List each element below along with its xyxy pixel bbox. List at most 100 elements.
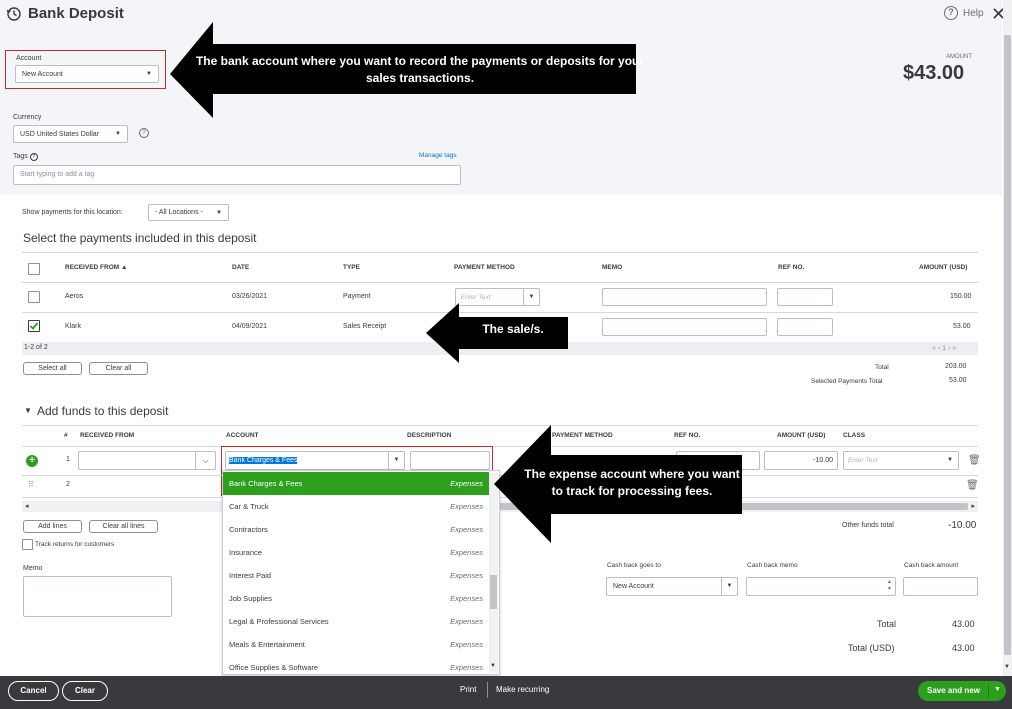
divider — [988, 684, 989, 698]
scroll-right-icon[interactable]: ▸ — [971, 502, 975, 510]
history-icon[interactable] — [6, 6, 22, 22]
dropdown-item[interactable]: Car & Truck Expenses — [223, 495, 489, 518]
track-returns-checkbox[interactable] — [22, 539, 33, 550]
tags-info-icon[interactable]: ? — [29, 153, 38, 161]
page-title: Bank Deposit — [28, 5, 124, 22]
trash-icon[interactable]: 🗑 — [968, 455, 981, 466]
row-type: Payment — [343, 293, 371, 300]
ref-no-input[interactable] — [777, 288, 833, 306]
cash-back-memo-label: Cash back memo — [747, 562, 798, 569]
select-all-checkbox[interactable] — [28, 263, 40, 275]
chevron-down-icon: ▼ — [721, 578, 737, 595]
cash-back-amount-input[interactable] — [903, 577, 978, 596]
collapse-arrow-icon[interactable]: ▼ — [24, 406, 32, 415]
scroll-down-icon[interactable]: ▼ — [490, 663, 496, 669]
dropdown-item[interactable]: Job Supplies Expenses — [223, 587, 489, 610]
col-num: # — [64, 432, 68, 439]
account-callout-text: The bank account where you want to recor… — [195, 54, 645, 85]
make-recurring-button[interactable]: Make recurring — [496, 685, 549, 694]
dropdown-item[interactable]: Interest Paid Expenses — [223, 564, 489, 587]
dropdown-item[interactable]: Contractors Expenses — [223, 518, 489, 541]
vertical-scrollbar[interactable]: ▼ — [1003, 0, 1012, 676]
scrollbar-thumb[interactable] — [490, 575, 497, 609]
page-info: 1-2 of 2 — [24, 344, 48, 351]
tags-label: Tags ? — [13, 153, 38, 161]
col-received-from[interactable]: RECEIVED FROM ▲ — [65, 264, 127, 271]
funds-description-input[interactable] — [410, 451, 490, 470]
account-dropdown[interactable]: Bank Charges & Fees Expenses Car & Truck E… — [222, 470, 500, 675]
row-amount: 150.00 — [950, 293, 972, 300]
tags-input[interactable]: Start typing to add a tag — [13, 165, 461, 185]
col-payment-method: PAYMENT METHOD — [454, 264, 515, 271]
print-button[interactable]: Print — [460, 685, 476, 694]
location-select[interactable]: - All Locations - ▼ — [148, 204, 229, 221]
dropdown-item[interactable]: Legal & Professional Services Expenses — [223, 610, 489, 633]
expense-callout-text: The expense account where you want to tr… — [524, 467, 740, 498]
amount-value: $43.00 — [903, 62, 965, 84]
scrollbar-thumb[interactable] — [1004, 35, 1011, 655]
ref-no-input[interactable] — [777, 318, 833, 336]
other-funds-total-value: -10.00 — [948, 520, 977, 531]
chevron-down-icon: ▼ — [388, 452, 404, 469]
col-type: TYPE — [343, 264, 360, 271]
divider — [22, 252, 978, 253]
funds-amount-input[interactable]: -10.00 — [764, 451, 838, 470]
trash-icon[interactable]: 🗑 — [966, 480, 979, 491]
divider — [22, 282, 978, 283]
payments-section-title: Select the payments included in this dep… — [23, 231, 257, 245]
pager[interactable]: « ‹ 1 › » — [932, 345, 956, 352]
manage-tags-link[interactable]: Manage tags — [419, 152, 457, 159]
amount-label: AMOUNT — [946, 54, 972, 60]
col-class: CLASS — [843, 432, 866, 439]
add-lines-button[interactable]: Add lines — [23, 520, 82, 533]
track-returns-label: Track returns for customers — [35, 541, 115, 548]
chevron-down-icon[interactable]: ▼ — [994, 686, 1001, 693]
select-all-button[interactable]: Select all — [23, 362, 82, 375]
dropdown-item[interactable]: Office Supplies & Software Expenses — [223, 656, 489, 674]
funds-section-title[interactable]: Add funds to this deposit — [37, 404, 168, 418]
scroll-left-icon[interactable]: ◂ — [25, 502, 29, 510]
row-date: 03/26/2021 — [232, 293, 268, 300]
memo-textarea[interactable] — [23, 576, 172, 617]
received-from-link[interactable]: Aeros — [65, 293, 83, 300]
funds-account-select[interactable]: Bank Charges & Fees ▼ — [225, 451, 405, 470]
memo-label: Memo — [23, 565, 43, 572]
clear-all-lines-button[interactable]: Clear all lines — [89, 520, 158, 533]
funds-received-from-select[interactable]: ⌵ — [78, 451, 216, 470]
row-date: 04/09/2021 — [232, 323, 268, 330]
row-type: Sales Receipt — [343, 323, 387, 330]
clear-all-button[interactable]: Clear all — [89, 362, 148, 375]
selected-total-label: Selected Payments Total — [811, 378, 883, 385]
funds-class-input[interactable]: Enter Text ▼ — [843, 451, 959, 470]
memo-input[interactable] — [602, 318, 767, 336]
cancel-button[interactable]: Cancel — [8, 681, 59, 701]
cash-back-account-select[interactable]: New Account ▼ — [606, 577, 738, 596]
chevron-down-icon: ▼ — [146, 71, 152, 77]
cash-back-memo-input[interactable]: ▲ ▼ — [746, 577, 896, 596]
dropdown-item-selected[interactable]: Bank Charges & Fees Expenses — [223, 472, 489, 495]
help-button[interactable]: ? Help — [944, 6, 984, 20]
resize-icon[interactable]: ▲ ▼ — [887, 579, 892, 593]
add-row-icon[interactable]: + — [26, 455, 38, 467]
save-and-new-button[interactable]: Save and new ▼ — [918, 681, 1006, 701]
selected-total-value: 53.00 — [949, 377, 967, 384]
currency-info-icon[interactable]: ? — [139, 128, 149, 138]
col-memo: MEMO — [602, 264, 623, 271]
drag-handle-icon[interactable]: ⠿ — [28, 480, 34, 489]
total-label: Total — [875, 364, 889, 371]
memo-input[interactable] — [602, 288, 767, 306]
account-select[interactable]: New Account ▼ — [15, 65, 159, 83]
chevron-down-icon: ▼ — [216, 209, 222, 216]
scroll-down-icon[interactable]: ▼ — [1004, 664, 1010, 670]
chevron-down-icon: ⌵ — [195, 452, 215, 469]
checkmark-icon — [29, 322, 39, 330]
row-checkbox-checked[interactable] — [28, 320, 40, 332]
currency-select[interactable]: USD United States Dollar ▼ — [13, 125, 128, 143]
row-checkbox[interactable] — [28, 291, 40, 303]
received-from-link[interactable]: Klark — [65, 323, 81, 330]
dropdown-item[interactable]: Insurance Expenses — [223, 541, 489, 564]
total-usd-value: 43.00 — [952, 643, 975, 653]
dropdown-item[interactable]: Meals & Entertainment Expenses — [223, 633, 489, 656]
clear-button[interactable]: Clear — [62, 681, 108, 701]
grand-total-label: Total — [877, 619, 897, 629]
